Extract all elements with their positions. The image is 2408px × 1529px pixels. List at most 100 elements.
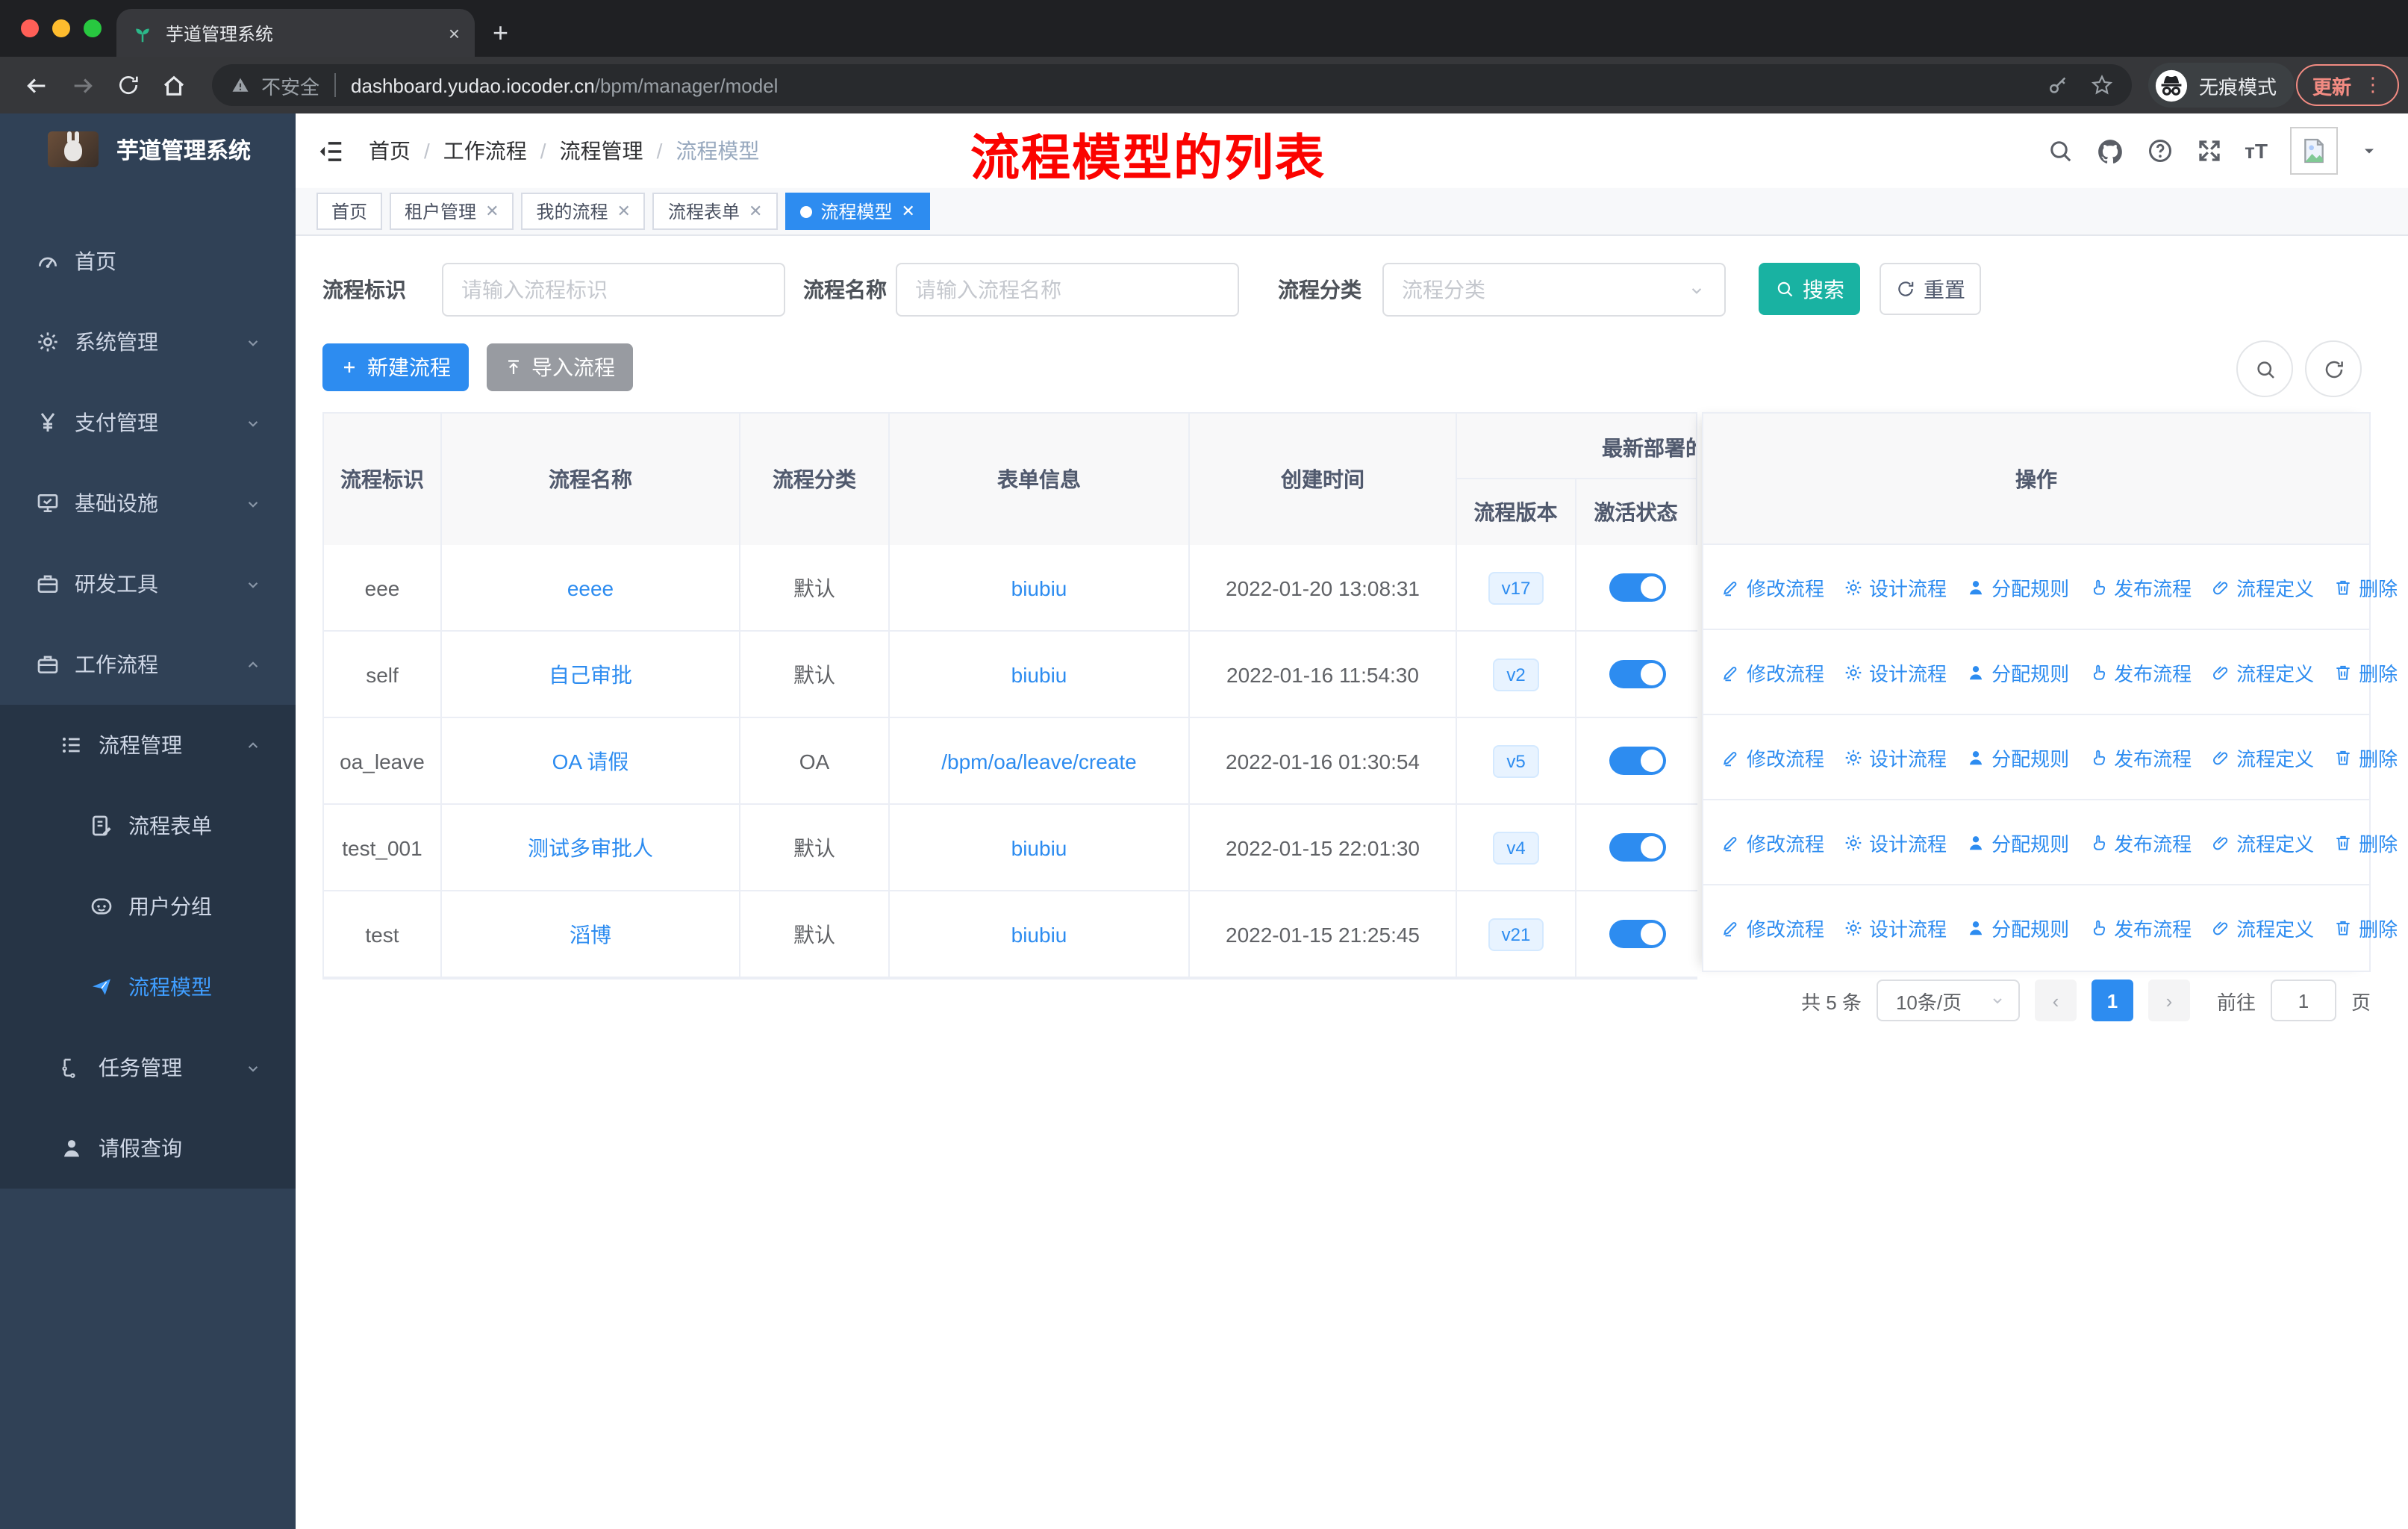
tag-process-form[interactable]: 流程表单 ✕	[652, 193, 778, 230]
sidebar-item-process-management[interactable]: 流程管理	[0, 705, 296, 785]
create-process-button[interactable]: 新建流程	[322, 343, 469, 391]
import-process-button[interactable]: 导入流程	[487, 343, 633, 391]
process-definition-link[interactable]: 流程定义	[2211, 914, 2314, 942]
process-definition-link[interactable]: 流程定义	[2211, 828, 2314, 856]
publish-process-link[interactable]: 发布流程	[2089, 914, 2192, 942]
active-state-toggle[interactable]	[1609, 747, 1665, 775]
form-info-link[interactable]: /bpm/oa/leave/create	[941, 749, 1137, 773]
help-icon[interactable]	[2146, 137, 2173, 164]
delete-link[interactable]: 删除	[2333, 743, 2398, 771]
current-page-button[interactable]: 1	[2091, 980, 2133, 1021]
breadcrumb-workflow[interactable]: 工作流程	[443, 136, 527, 166]
bookmark-star-icon[interactable]	[2090, 73, 2114, 97]
active-state-toggle[interactable]	[1609, 920, 1665, 948]
process-definition-link[interactable]: 流程定义	[2211, 573, 2314, 601]
github-icon[interactable]	[2095, 137, 2124, 165]
minimize-window-button[interactable]	[52, 19, 70, 37]
form-info-link[interactable]: biubiu	[1011, 835, 1067, 859]
tag-process-model[interactable]: 流程模型 ✕	[785, 193, 930, 230]
refresh-table-button[interactable]	[2305, 340, 2362, 397]
address-bar[interactable]: 不安全 dashboard.yudao.iocoder.cn/bpm/manag…	[212, 64, 2132, 106]
password-key-icon[interactable]	[2047, 74, 2069, 96]
form-info-link[interactable]: biubiu	[1011, 576, 1067, 600]
process-definition-link[interactable]: 流程定义	[2211, 743, 2314, 771]
close-icon[interactable]: ✕	[485, 202, 499, 221]
sidebar-item-task-management[interactable]: 任务管理	[0, 1027, 296, 1108]
avatar[interactable]	[2290, 127, 2338, 175]
search-button[interactable]: 搜索	[1759, 263, 1860, 315]
process-name-link[interactable]: eeee	[567, 576, 614, 600]
security-warning-icon[interactable]	[230, 75, 251, 96]
process-key-input[interactable]	[442, 263, 785, 317]
sidebar-item-payment[interactable]: 支付管理	[0, 382, 296, 463]
publish-process-link[interactable]: 发布流程	[2089, 743, 2192, 771]
form-info-link[interactable]: biubiu	[1011, 922, 1067, 946]
breadcrumb-home[interactable]: 首页	[369, 136, 411, 166]
close-icon[interactable]: ✕	[617, 202, 631, 221]
process-name-link[interactable]: 自己审批	[549, 659, 632, 689]
publish-process-link[interactable]: 发布流程	[2089, 658, 2192, 686]
publish-process-link[interactable]: 发布流程	[2089, 573, 2192, 601]
home-icon[interactable]	[161, 72, 187, 98]
page-size-select[interactable]: 10条/页	[1876, 980, 2020, 1021]
modify-process-link[interactable]: 修改流程	[1721, 914, 1824, 942]
process-name-input[interactable]	[896, 263, 1239, 317]
sidebar-item-process-model[interactable]: 流程模型	[0, 947, 296, 1027]
sidebar-fold-icon[interactable]	[316, 137, 345, 165]
process-name-link[interactable]: 测试多审批人	[528, 832, 653, 862]
publish-process-link[interactable]: 发布流程	[2089, 828, 2192, 856]
sidebar-item-infra[interactable]: 基础设施	[0, 463, 296, 544]
new-tab-button[interactable]: +	[493, 15, 508, 51]
active-state-toggle[interactable]	[1609, 660, 1665, 688]
close-window-button[interactable]	[21, 19, 39, 37]
back-icon[interactable]	[24, 72, 49, 98]
design-process-link[interactable]: 设计流程	[1844, 658, 1947, 686]
show-search-button[interactable]	[2236, 340, 2293, 397]
next-page-button[interactable]: ›	[2147, 980, 2190, 1021]
form-info-link[interactable]: biubiu	[1011, 662, 1067, 686]
design-process-link[interactable]: 设计流程	[1844, 573, 1947, 601]
sidebar-item-user-group[interactable]: 用户分组	[0, 866, 296, 947]
assign-rule-link[interactable]: 分配规则	[1966, 658, 2069, 686]
font-size-icon[interactable]: ᴛT	[2245, 139, 2268, 163]
modify-process-link[interactable]: 修改流程	[1721, 658, 1824, 686]
sidebar-item-home[interactable]: 首页	[0, 221, 296, 302]
delete-link[interactable]: 删除	[2333, 658, 2398, 686]
reset-button[interactable]: 重置	[1880, 263, 1981, 315]
security-label[interactable]: 不安全	[261, 71, 319, 99]
tag-tenant[interactable]: 租户管理 ✕	[390, 193, 514, 230]
assign-rule-link[interactable]: 分配规则	[1966, 914, 2069, 942]
caret-down-icon[interactable]	[2360, 142, 2378, 160]
design-process-link[interactable]: 设计流程	[1844, 914, 1947, 942]
sidebar-item-system[interactable]: 系统管理	[0, 302, 296, 382]
zoom-window-button[interactable]	[84, 19, 102, 37]
delete-link[interactable]: 删除	[2333, 914, 2398, 942]
sidebar-item-process-form[interactable]: 流程表单	[0, 785, 296, 866]
prev-page-button[interactable]: ‹	[2034, 980, 2077, 1021]
close-icon[interactable]: ✕	[901, 202, 914, 221]
tab-close-icon[interactable]: ×	[449, 22, 460, 44]
modify-process-link[interactable]: 修改流程	[1721, 743, 1824, 771]
breadcrumb-process-management[interactable]: 流程管理	[560, 136, 643, 166]
browser-tab[interactable]: 芋道管理系统 ×	[116, 9, 475, 57]
process-definition-link[interactable]: 流程定义	[2211, 658, 2314, 686]
delete-link[interactable]: 删除	[2333, 828, 2398, 856]
sidebar-item-devtools[interactable]: 研发工具	[0, 544, 296, 624]
sidebar-item-workflow[interactable]: 工作流程	[0, 624, 296, 705]
forward-icon[interactable]	[70, 72, 96, 98]
browser-update-button[interactable]: 更新 ⋮	[2296, 64, 2400, 106]
sidebar-item-leave-query[interactable]: 请假查询	[0, 1108, 296, 1189]
browser-menu-icon[interactable]: ⋮	[2363, 73, 2383, 97]
goto-page-input[interactable]	[2270, 980, 2336, 1021]
design-process-link[interactable]: 设计流程	[1844, 828, 1947, 856]
delete-link[interactable]: 删除	[2333, 573, 2398, 601]
process-name-link[interactable]: OA 请假	[552, 746, 629, 776]
assign-rule-link[interactable]: 分配规则	[1966, 573, 2069, 601]
tag-home[interactable]: 首页	[316, 193, 383, 230]
active-state-toggle[interactable]	[1609, 833, 1665, 862]
category-select[interactable]: 流程分类	[1382, 263, 1726, 317]
design-process-link[interactable]: 设计流程	[1844, 743, 1947, 771]
reload-icon[interactable]	[116, 72, 140, 96]
assign-rule-link[interactable]: 分配规则	[1966, 828, 2069, 856]
update-label[interactable]: 更新	[2312, 71, 2351, 99]
